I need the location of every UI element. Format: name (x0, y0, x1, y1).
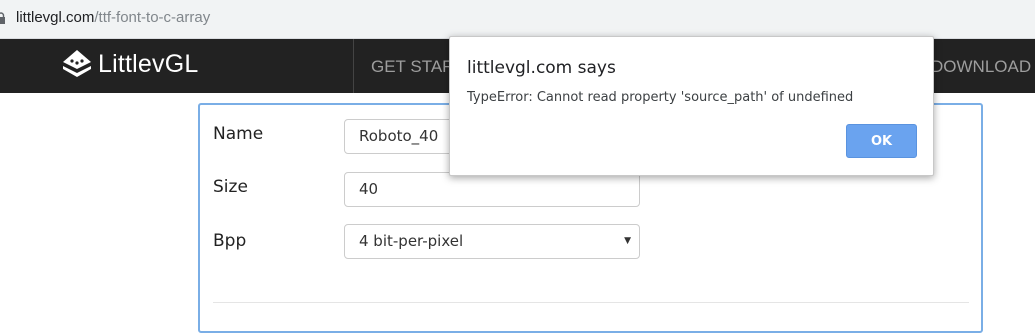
bpp-label: Bpp (213, 231, 247, 251)
url-domain: littlevgl.com (16, 9, 95, 26)
url-text[interactable]: littlevgl.com/ttf-font-to-c-array (16, 9, 210, 26)
littlevgl-logo-icon (63, 50, 91, 77)
nav-divider (353, 39, 354, 93)
brand-name: LittlevGL (98, 49, 199, 78)
alert-dialog: littlevgl.com says TypeError: Cannot rea… (449, 36, 934, 176)
nav-download[interactable]: DOWNLOAD (931, 57, 1031, 77)
dialog-title: littlevgl.com says (467, 58, 616, 78)
bpp-select[interactable]: 4 bit-per-pixel ▼ (344, 224, 640, 259)
size-label: Size (213, 177, 248, 197)
ok-button[interactable]: OK (846, 124, 917, 158)
brand-logo[interactable]: LittlevGL (60, 47, 198, 81)
url-path: /ttf-font-to-c-array (94, 9, 211, 26)
dialog-message: TypeError: Cannot read property 'source_… (467, 90, 854, 105)
name-label: Name (213, 124, 264, 144)
lock-icon (0, 12, 5, 24)
bpp-selected-value: 4 bit-per-pixel (359, 232, 464, 250)
form-divider (213, 302, 969, 303)
dropdown-caret-icon: ▼ (624, 236, 631, 246)
size-input[interactable]: 40 (344, 172, 640, 207)
browser-address-bar[interactable]: littlevgl.com/ttf-font-to-c-array (0, 0, 1035, 39)
